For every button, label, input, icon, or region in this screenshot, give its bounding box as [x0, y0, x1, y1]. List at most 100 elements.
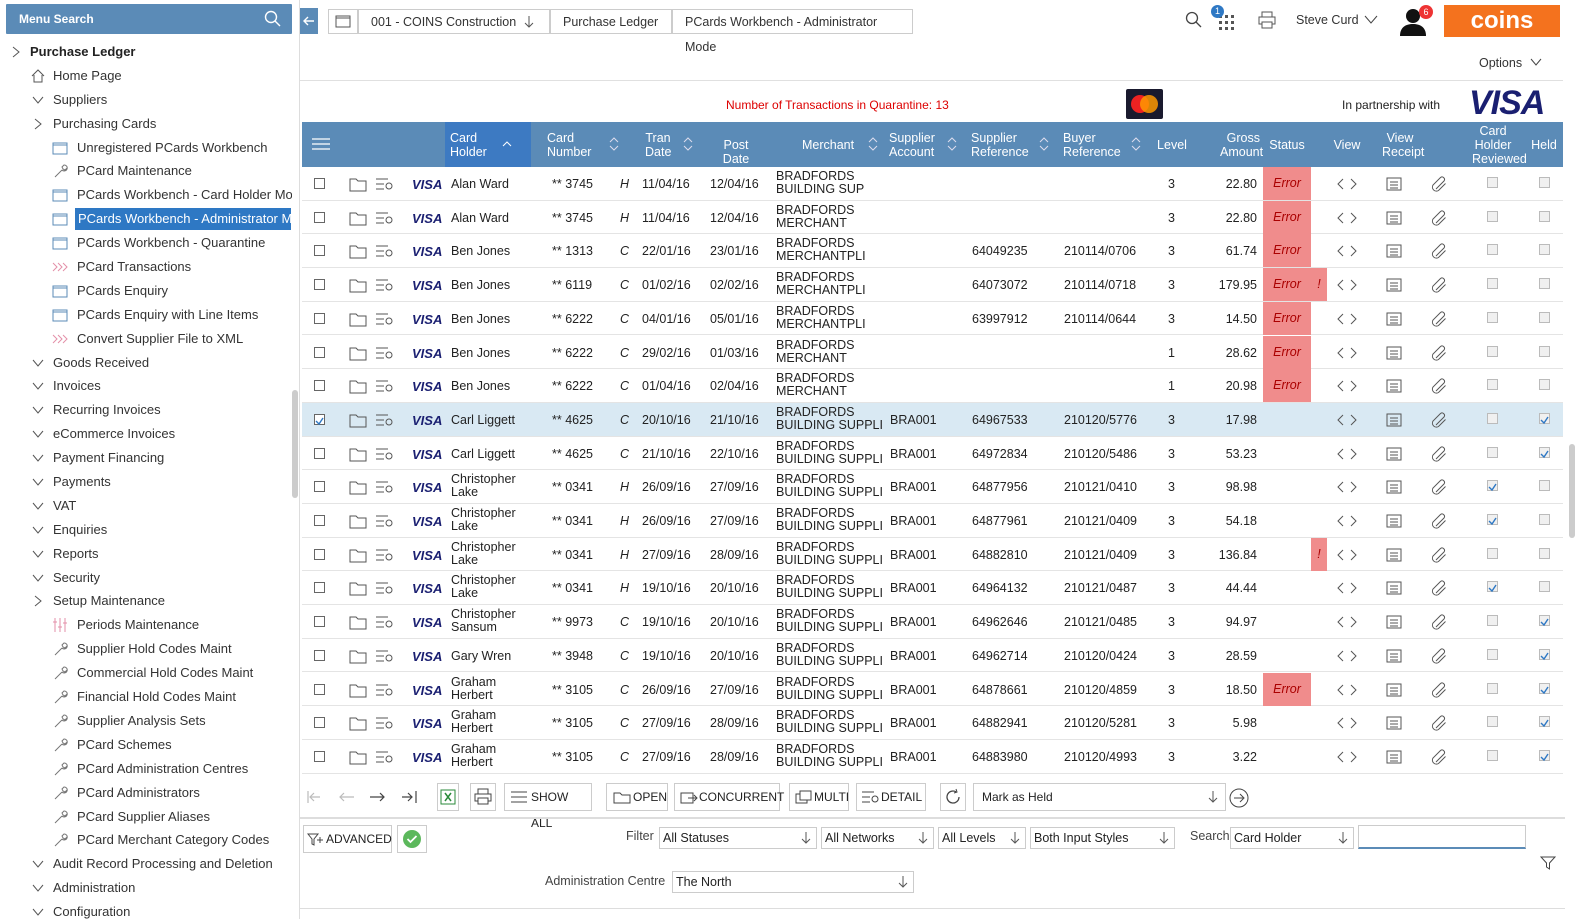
- paperclip-icon[interactable]: [1430, 647, 1450, 665]
- table-row[interactable]: VISA Carl Liggett ** 4625 C 21/10/16 22/10/16…: [302, 437, 1563, 471]
- code-brackets-icon[interactable]: [1336, 211, 1358, 225]
- detail-icon[interactable]: [376, 177, 394, 191]
- paperclip-icon[interactable]: [1430, 344, 1450, 362]
- card-holder-reviewed-checkbox[interactable]: [1487, 446, 1498, 458]
- receipt-icon[interactable]: [1385, 378, 1403, 394]
- sidebar-item-periods-maintenance[interactable]: Periods Maintenance: [0, 613, 292, 637]
- detail-icon[interactable]: [376, 514, 394, 528]
- sidebar-item-pcard-supplier-aliases[interactable]: PCard Supplier Aliases: [0, 805, 292, 829]
- receipt-icon[interactable]: [1385, 648, 1403, 664]
- paperclip-icon[interactable]: [1430, 512, 1450, 530]
- held-checkbox[interactable]: [1539, 177, 1550, 188]
- card-holder-reviewed-checkbox[interactable]: [1487, 581, 1498, 593]
- sidebar-item-pcard-merchant-category-codes[interactable]: PCard Merchant Category Codes: [0, 828, 292, 852]
- user-name[interactable]: Steve Curd: [1296, 13, 1359, 27]
- card-holder-reviewed-checkbox[interactable]: [1487, 345, 1498, 357]
- sidebar-item-invoices[interactable]: Invoices: [0, 374, 292, 398]
- folder-icon[interactable]: [349, 682, 367, 698]
- row-select-checkbox[interactable]: [314, 178, 325, 189]
- receipt-icon[interactable]: [1385, 345, 1403, 361]
- detail-icon[interactable]: [376, 615, 394, 629]
- sort-icon[interactable]: [947, 137, 957, 151]
- folder-icon[interactable]: [349, 345, 367, 361]
- receipt-icon[interactable]: [1385, 479, 1403, 495]
- sort-asc-icon[interactable]: [502, 137, 512, 151]
- sidebar-item-supplier-hold-codes-maint[interactable]: Supplier Hold Codes Maint: [0, 637, 292, 661]
- card-holder-reviewed-checkbox[interactable]: [1487, 480, 1498, 492]
- held-checkbox[interactable]: [1539, 278, 1550, 290]
- held-checkbox[interactable]: [1539, 547, 1550, 559]
- chevron-down-icon[interactable]: [1364, 14, 1378, 26]
- sidebar-item-goods-received[interactable]: Goods Received: [0, 351, 292, 375]
- table-row[interactable]: VISA Gary Wren ** 3948 C 19/10/16 20/10/16 BRA…: [302, 639, 1563, 673]
- table-row[interactable]: VISA Alan Ward ** 3745 H 11/04/16 12/04/16 BRA…: [302, 167, 1563, 201]
- detail-icon[interactable]: [376, 244, 394, 258]
- code-brackets-icon[interactable]: [1336, 750, 1358, 764]
- sidebar-item-convert-supplier-file-to-xml[interactable]: Convert Supplier File to XML: [0, 327, 292, 351]
- action-select[interactable]: Mark as Held: [973, 783, 1226, 811]
- go-arrow-icon[interactable]: [1228, 787, 1250, 809]
- folder-icon[interactable]: [349, 277, 367, 293]
- detail-icon[interactable]: [376, 649, 394, 663]
- code-brackets-icon[interactable]: [1336, 514, 1358, 528]
- code-brackets-icon[interactable]: [1336, 716, 1358, 730]
- sidebar-item-pcard-maintenance[interactable]: PCard Maintenance: [0, 159, 292, 183]
- receipt-icon[interactable]: [1385, 176, 1403, 192]
- sidebar-item-pcards-enquiry[interactable]: PCards Enquiry: [0, 279, 292, 303]
- home-crumb[interactable]: [328, 9, 358, 34]
- folder-icon[interactable]: [349, 311, 367, 327]
- detail-icon[interactable]: [376, 581, 394, 595]
- search-input[interactable]: [1358, 825, 1526, 849]
- card-holder-reviewed-checkbox[interactable]: [1487, 682, 1498, 694]
- row-select-checkbox[interactable]: [314, 413, 325, 425]
- paperclip-icon[interactable]: [1430, 681, 1450, 699]
- sidebar-item-ecommerce-invoices[interactable]: eCommerce Invoices: [0, 422, 292, 446]
- sidebar-item-pcard-schemes[interactable]: PCard Schemes: [0, 733, 292, 757]
- held-checkbox[interactable]: [1539, 648, 1550, 660]
- code-brackets-icon[interactable]: [1336, 649, 1358, 663]
- concurrent-button[interactable]: CONCURRENT: [674, 783, 784, 811]
- options-menu[interactable]: Options: [1479, 56, 1542, 70]
- held-checkbox[interactable]: [1539, 716, 1550, 728]
- paperclip-icon[interactable]: [1430, 310, 1450, 328]
- search-icon[interactable]: [264, 10, 282, 28]
- detail-icon[interactable]: [376, 683, 394, 697]
- detail-button[interactable]: DETAIL: [856, 783, 926, 811]
- column-header-view[interactable]: View: [1332, 138, 1362, 152]
- sidebar-item-pcards-workbench-quarantine[interactable]: PCards Workbench - Quarantine: [0, 231, 292, 255]
- column-header-supplier-reference[interactable]: Supplier Reference: [971, 131, 1029, 159]
- row-select-checkbox[interactable]: [314, 481, 325, 493]
- crumb-workbench[interactable]: PCards Workbench - Administrator Mode: [672, 9, 913, 54]
- detail-icon[interactable]: [376, 447, 394, 461]
- held-checkbox[interactable]: [1539, 345, 1550, 357]
- folder-icon[interactable]: [349, 479, 367, 495]
- card-holder-reviewed-checkbox[interactable]: [1487, 244, 1498, 256]
- folder-icon[interactable]: [349, 715, 367, 731]
- paperclip-icon[interactable]: [1430, 209, 1450, 227]
- paperclip-icon[interactable]: [1430, 714, 1450, 732]
- card-holder-reviewed-checkbox[interactable]: [1487, 412, 1498, 424]
- code-brackets-icon[interactable]: [1336, 244, 1358, 258]
- column-header-buyer-reference[interactable]: Buyer Reference: [1063, 131, 1121, 159]
- card-holder-reviewed-checkbox[interactable]: [1487, 278, 1498, 290]
- table-row[interactable]: VISA Carl Liggett ** 4625 C 20/10/16 21/10/16…: [302, 402, 1563, 437]
- paperclip-icon[interactable]: [1430, 276, 1450, 294]
- table-row[interactable]: VISA Graham Herbert ** 3105 C 27/09/16 28/09/…: [302, 706, 1563, 740]
- row-select-checkbox[interactable]: [314, 380, 325, 392]
- column-header-supplier-account[interactable]: Supplier Account: [889, 131, 935, 159]
- code-brackets-icon[interactable]: [1336, 379, 1358, 393]
- receipt-icon[interactable]: [1385, 682, 1403, 698]
- code-brackets-icon[interactable]: [1336, 581, 1358, 595]
- sidebar-item-home-page[interactable]: Home Page: [0, 64, 292, 88]
- code-brackets-icon[interactable]: [1336, 177, 1358, 191]
- sidebar-item-pcard-transactions[interactable]: PCard Transactions: [0, 255, 292, 279]
- sidebar-item-unregistered-pcards-workbench[interactable]: Unregistered PCards Workbench: [0, 136, 292, 160]
- paperclip-icon[interactable]: [1430, 377, 1450, 395]
- status-filter-select[interactable]: All Statuses: [659, 827, 817, 849]
- column-header-level[interactable]: Level: [1157, 138, 1187, 152]
- table-row[interactable]: VISA Christopher Lake ** 0341 H 19/10/16 20/1…: [302, 571, 1563, 606]
- admin-centre-select[interactable]: The North: [672, 871, 914, 893]
- pager-arrows-icon[interactable]: [302, 783, 426, 811]
- table-row[interactable]: VISA Ben Jones ** 6222 C 04/01/16 05/01/16 BRA…: [302, 301, 1563, 336]
- paperclip-icon[interactable]: [1430, 478, 1450, 496]
